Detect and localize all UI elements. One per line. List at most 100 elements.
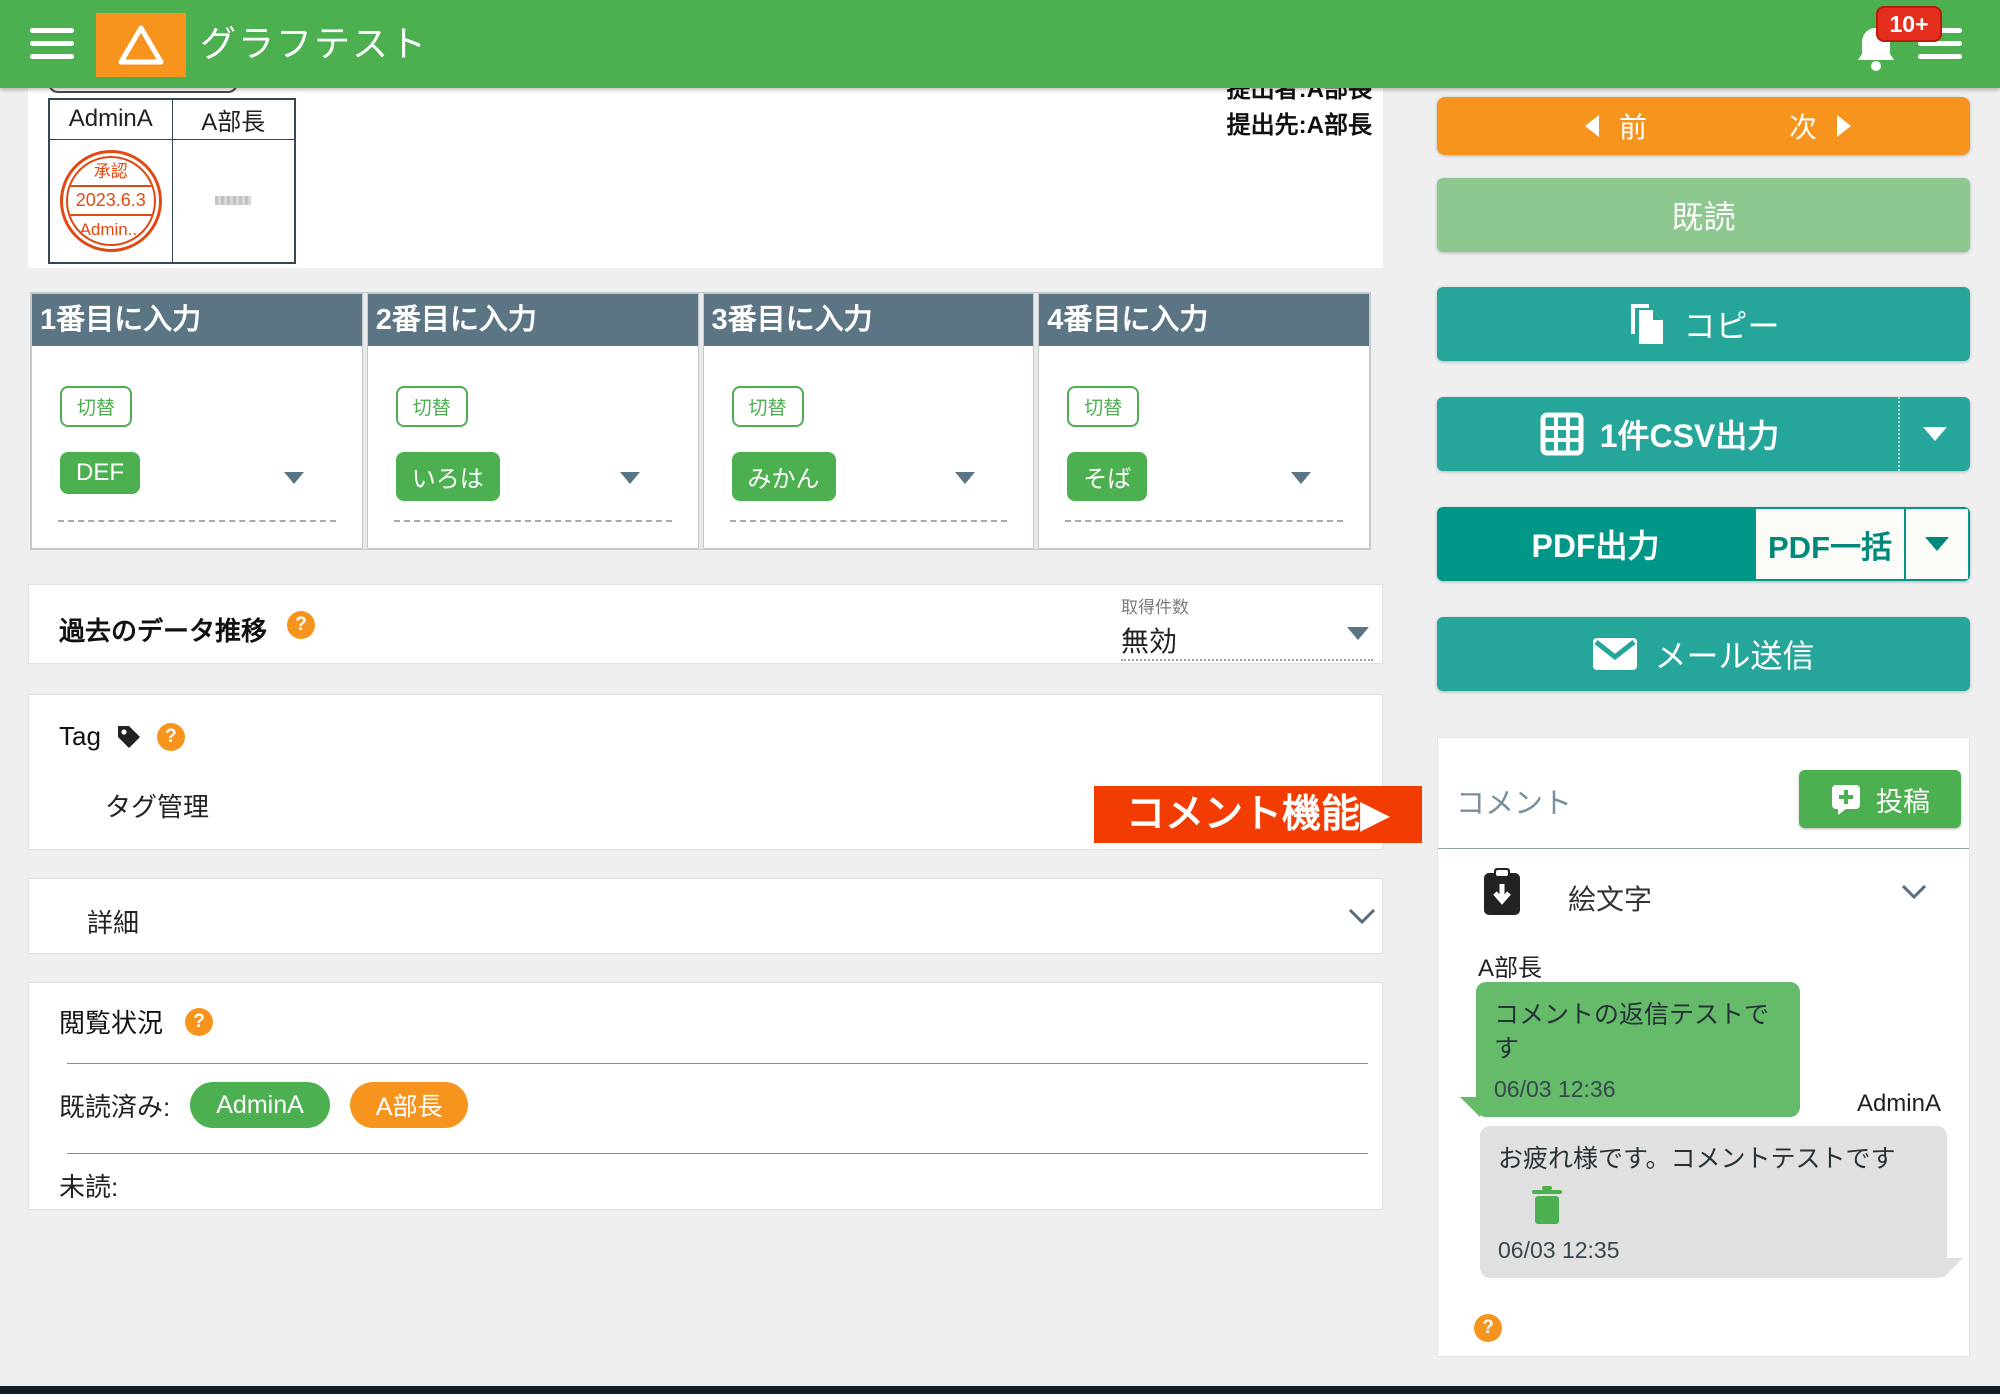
fetch-count-select[interactable]: 取得件数 無効 [1121, 593, 1373, 660]
prev-arrow-icon [1585, 115, 1599, 137]
history-title: 過去のデータ推移 [59, 611, 267, 648]
comment-section: コメント 投稿 絵文字 A部長 コメントの返信 [1437, 737, 1970, 1357]
csv-export-button[interactable]: 1件CSV出力 [1437, 397, 1882, 471]
stamp-name: Admin... [68, 216, 154, 243]
select-underline [394, 520, 672, 522]
send-mail-label: メール送信 [1654, 631, 1814, 677]
send-mail-button[interactable]: メール送信 [1437, 617, 1970, 691]
input-column-3: 3番目に入力 切替 みかん [703, 293, 1035, 549]
csv-export-split-button: 1件CSV出力 [1437, 397, 1970, 471]
input-columns-table: 1番目に入力 切替 DEF 2番目に入力 切替 いろは 3番目に入力 切替 みか… [30, 292, 1371, 550]
detail-title: 詳細 [87, 903, 139, 940]
input-column-2: 2番目に入力 切替 いろは [367, 293, 699, 549]
dropdown-caret-icon[interactable] [955, 472, 975, 484]
approval-stamp: 承認 2023.6.3 Admin... [60, 150, 162, 252]
stamp-date: 2023.6.3 [68, 185, 154, 216]
divider [67, 1063, 1368, 1064]
csv-dropdown-toggle[interactable] [1898, 397, 1970, 471]
copy-icon [1627, 302, 1667, 346]
select-underline [58, 520, 336, 522]
dropdown-caret-icon[interactable] [284, 472, 304, 484]
comment-time: 06/03 12:35 [1480, 1231, 1947, 1278]
read-user-chip[interactable]: A部長 [350, 1082, 469, 1128]
pdf-batch-button[interactable]: PDF一括 [1754, 507, 1904, 581]
app-title: グラフテスト [200, 0, 428, 88]
comment-text: お疲れ様です。コメントテストです [1480, 1126, 1947, 1180]
approval-column-header: A部長 [172, 99, 295, 139]
column-header: 4番目に入力 [1039, 294, 1369, 346]
selected-value-badge[interactable]: そば [1067, 452, 1147, 501]
toggle-button[interactable]: 切替 [60, 386, 132, 427]
column-header: 1番目に入力 [32, 294, 362, 346]
delete-comment-trash-icon[interactable] [1530, 1186, 1564, 1226]
copy-label: コピー [1683, 301, 1779, 347]
history-panel: 過去のデータ推移 ? 取得件数 無効 [28, 584, 1383, 664]
unread-users-label: 未読: [59, 1167, 118, 1204]
help-icon[interactable]: ? [185, 1008, 213, 1036]
empty-dash [215, 196, 251, 205]
comment-time: 06/03 12:36 [1476, 1070, 1800, 1117]
csv-export-label: 1件CSV出力 [1600, 411, 1780, 457]
comment-author: A部長 [1478, 948, 1542, 983]
chevron-down-icon[interactable] [1347, 907, 1377, 925]
comment-plus-icon [1830, 783, 1862, 815]
triangle-logo-icon [118, 24, 164, 66]
fetch-count-label: 取得件数 [1121, 593, 1373, 618]
stamp-status: 承認 [68, 158, 154, 185]
input-column-4: 4番目に入力 切替 そば [1038, 293, 1370, 549]
copy-button[interactable]: コピー [1437, 287, 1970, 361]
dropdown-caret-icon [1925, 537, 1949, 551]
notification-count-badge[interactable]: 10+ [1876, 6, 1942, 42]
chevron-down-icon[interactable] [1901, 884, 1927, 900]
view-status-panel: 閲覧状況 ? 既読済み: AdminA A部長 未読: [28, 982, 1383, 1210]
menu-hamburger-icon[interactable] [30, 28, 76, 62]
dropdown-caret-icon[interactable] [620, 472, 640, 484]
pdf-split-button: PDF出力 PDF一括 [1437, 507, 1970, 581]
pdf-export-button[interactable]: PDF出力 [1437, 507, 1754, 581]
toggle-button[interactable]: 切替 [1067, 386, 1139, 427]
app-page: グラフテスト 10+ AdminA A部長 承認 2023.6.3 Admin.… [0, 0, 2000, 1394]
bottom-bar [0, 1386, 2000, 1394]
dropdown-caret-icon [1347, 627, 1369, 640]
tag-manage-link[interactable]: タグ管理 [105, 787, 209, 824]
approval-stamp-table: AdminA A部長 承認 2023.6.3 Admin... [48, 98, 296, 264]
emoji-label: 絵文字 [1568, 878, 1652, 918]
paste-icon[interactable] [1482, 868, 1522, 916]
comment-author: AdminA [1857, 1090, 1941, 1118]
selected-value-badge[interactable]: みかん [732, 452, 836, 501]
column-header: 2番目に入力 [368, 294, 698, 346]
mark-read-button[interactable]: 既読 [1437, 178, 1970, 252]
column-header: 3番目に入力 [704, 294, 1034, 346]
toggle-button[interactable]: 切替 [732, 386, 804, 427]
next-button[interactable]: 次 [1789, 97, 1851, 155]
read-users-label: 既読済み: [59, 1087, 170, 1124]
selected-value-badge[interactable]: いろは [396, 452, 500, 501]
view-status-title: 閲覧状況 [59, 1003, 163, 1040]
approval-column-header: AdminA [49, 99, 172, 139]
prev-button[interactable]: 前 [1585, 97, 1647, 155]
comment-feature-annotation: コメント機能▶ [1094, 786, 1422, 843]
help-icon[interactable]: ? [157, 723, 185, 751]
post-comment-button[interactable]: 投稿 [1799, 770, 1961, 828]
comment-bubble: コメントの返信テストです 06/03 12:36 [1476, 982, 1800, 1117]
emoji-toolbar: 絵文字 [1438, 866, 1969, 926]
approval-stamp-cell: 承認 2023.6.3 Admin... [49, 139, 172, 263]
pdf-dropdown-toggle[interactable] [1904, 507, 1970, 581]
divider [1438, 848, 1969, 849]
next-arrow-icon [1837, 115, 1851, 137]
comment-text: コメントの返信テストです [1476, 982, 1800, 1070]
dropdown-caret-icon [1923, 427, 1947, 441]
help-icon[interactable]: ? [1474, 1314, 1502, 1342]
app-logo[interactable] [96, 13, 186, 77]
prev-next-nav: 前 次 [1437, 97, 1970, 155]
divider [67, 1153, 1368, 1154]
select-underline [1065, 520, 1343, 522]
toggle-button[interactable]: 切替 [396, 386, 468, 427]
detail-panel[interactable]: 詳細 [28, 878, 1383, 954]
read-user-chip[interactable]: AdminA [190, 1082, 330, 1128]
input-column-1: 1番目に入力 切替 DEF [31, 293, 363, 549]
dropdown-caret-icon[interactable] [1291, 472, 1311, 484]
selected-value-badge[interactable]: DEF [60, 452, 140, 494]
help-icon[interactable]: ? [287, 611, 315, 639]
select-underline [730, 520, 1008, 522]
